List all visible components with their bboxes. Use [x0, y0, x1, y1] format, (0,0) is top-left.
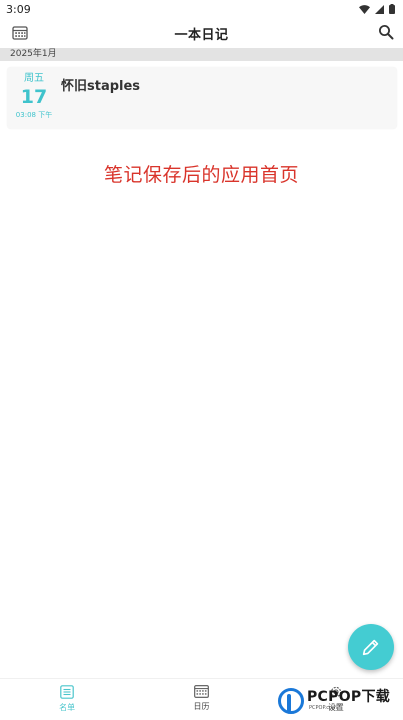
annotation-caption: 笔记保存后的应用首页	[103, 164, 299, 186]
app-bar: 一本日记	[0, 18, 403, 48]
nav-item-calendar[interactable]: 日历	[134, 679, 268, 720]
entry-weekday: 周五	[24, 73, 44, 84]
watermark-logo-icon	[278, 688, 304, 714]
status-time: 3:09	[6, 2, 31, 16]
nav-item-list[interactable]: 名单	[0, 679, 134, 720]
entry-date: 周五 17 03:08 下午	[15, 73, 53, 120]
status-bar: 3:09	[0, 0, 403, 18]
entry-title: 怀旧staples	[61, 79, 141, 94]
nav-label-list: 名单	[59, 703, 76, 712]
nav-label-calendar: 日历	[193, 702, 210, 711]
watermark-text: PCPOP下载	[307, 689, 391, 705]
battery-icon	[389, 4, 395, 14]
watermark-subtext: PCPOP.com	[309, 705, 337, 711]
entry-time: 03:08 下午	[15, 111, 53, 119]
app-title: 一本日记	[174, 27, 229, 43]
calendar-icon	[194, 685, 209, 698]
list-icon	[60, 685, 74, 699]
watermark: PCPOP下载 PCPOP.com	[278, 684, 403, 718]
month-header: 2025年1月	[0, 48, 403, 61]
entry-day: 17	[20, 86, 48, 108]
wifi-icon	[359, 4, 370, 14]
pencil-icon	[362, 639, 379, 656]
signal-icon	[375, 4, 384, 14]
diary-entry-card[interactable]: 周五 17 03:08 下午 怀旧staples	[7, 67, 397, 129]
search-icon[interactable]	[378, 24, 394, 40]
new-entry-button[interactable]	[348, 624, 394, 670]
calendar-grid-icon[interactable]	[12, 25, 28, 41]
status-icons	[359, 4, 395, 14]
